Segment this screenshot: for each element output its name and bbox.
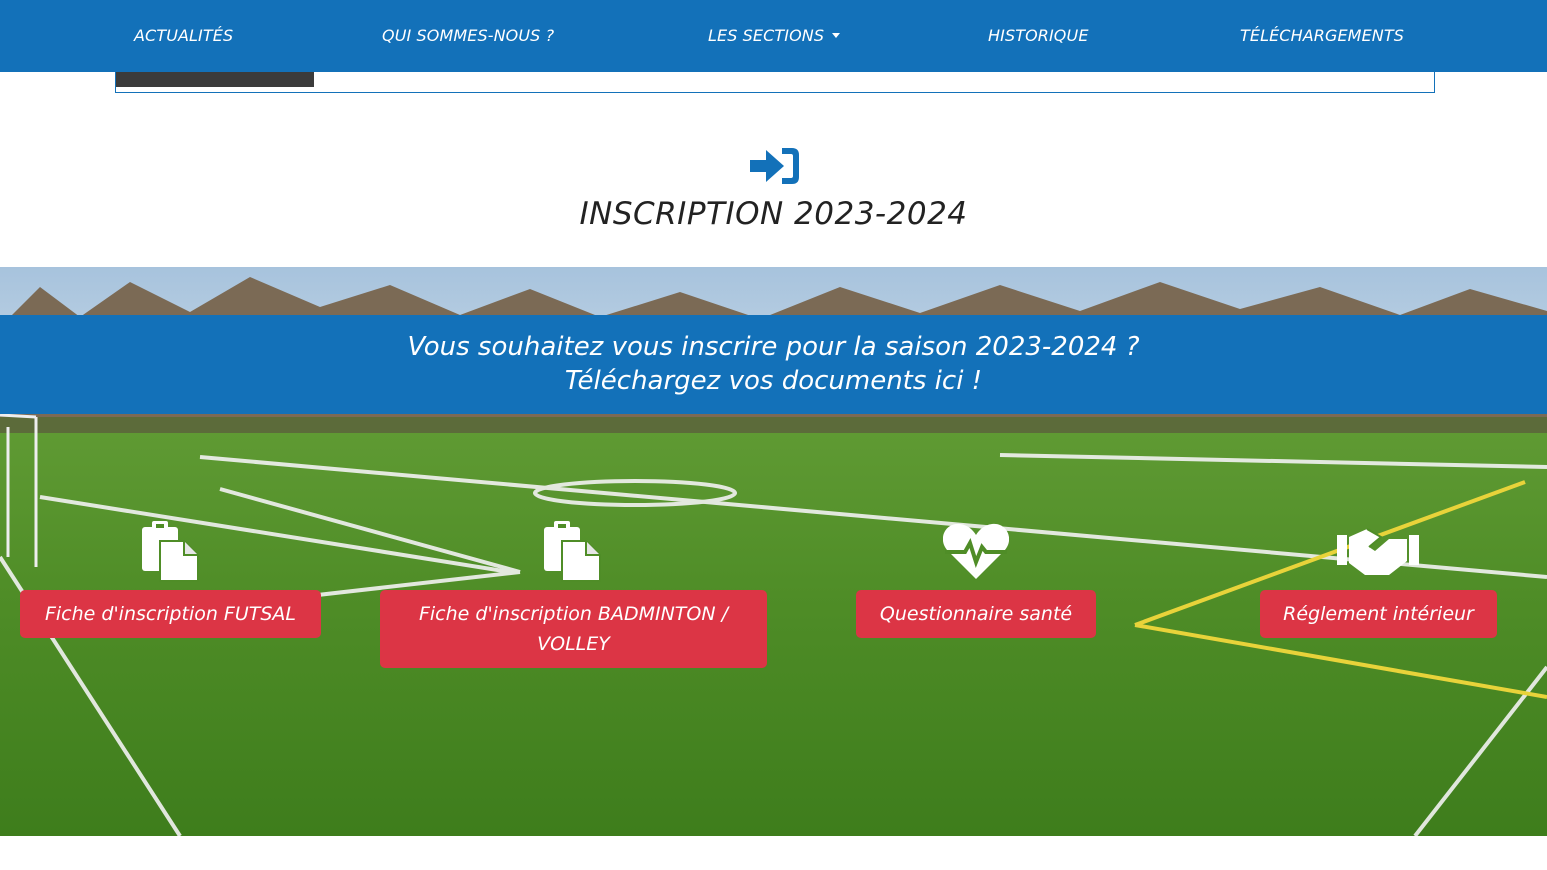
handshake-icon bbox=[1337, 528, 1419, 575]
hero-section: Vous souhaitez vous inscrire pour la sai… bbox=[0, 267, 1547, 836]
hero-line-1: Vous souhaitez vous inscrire pour la sai… bbox=[407, 332, 1140, 362]
clipboard-copy-icon bbox=[142, 521, 199, 582]
nav-les-sections[interactable]: LES SECTIONS bbox=[708, 26, 841, 45]
hero-line-2: Téléchargez vos documents ici ! bbox=[564, 366, 983, 396]
hero-message-band: Vous souhaitez vous inscrire pour la sai… bbox=[0, 315, 1547, 414]
heartbeat-icon bbox=[943, 523, 1009, 579]
nav-historique[interactable]: HISTORIQUE bbox=[988, 26, 1089, 45]
download-futsal-button[interactable]: Fiche d'inscription FUTSAL bbox=[20, 590, 321, 638]
header-banner-strip bbox=[115, 72, 1435, 93]
nav-telechargements[interactable]: TÉLÉCHARGEMENTS bbox=[1240, 26, 1404, 45]
nav-les-sections-label: LES SECTIONS bbox=[708, 26, 825, 45]
clipboard-copy-icon bbox=[544, 521, 601, 582]
download-badminton-volley-button[interactable]: Fiche d'inscription BADMINTON / VOLLEY bbox=[380, 590, 767, 668]
top-navbar: ACTUALITÉS QUI SOMMES-NOUS ? LES SECTION… bbox=[0, 0, 1547, 72]
nav-actualites[interactable]: ACTUALITÉS bbox=[134, 26, 233, 45]
download-reglement-interieur-button[interactable]: Réglement intérieur bbox=[1260, 590, 1497, 638]
banner-dark-tab bbox=[116, 72, 314, 87]
page-title: INSCRIPTION 2023-2024 bbox=[579, 196, 968, 232]
caret-down-icon bbox=[832, 33, 841, 38]
sign-in-icon bbox=[750, 148, 799, 184]
nav-qui-sommes-nous[interactable]: QUI SOMMES-NOUS ? bbox=[382, 26, 554, 45]
download-questionnaire-sante-button[interactable]: Questionnaire santé bbox=[856, 590, 1096, 638]
